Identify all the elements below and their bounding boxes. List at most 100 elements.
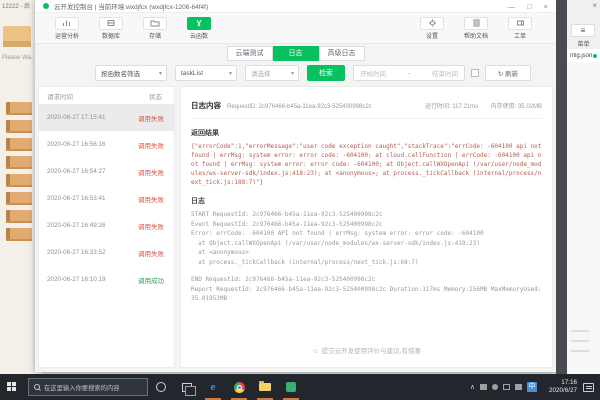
ticket-icon bbox=[508, 16, 532, 30]
nav-operations-analysis[interactable]: 运营分析 bbox=[47, 16, 87, 40]
devtools-button[interactable] bbox=[278, 374, 304, 400]
chrome-button[interactable] bbox=[226, 374, 252, 400]
action-settings[interactable]: 设置 bbox=[412, 16, 452, 40]
background-window-title: 12222 - 后 bbox=[2, 4, 31, 10]
document-icon bbox=[464, 16, 488, 30]
close-button[interactable]: × bbox=[544, 0, 548, 13]
chevron-down-icon: ▾ bbox=[228, 70, 232, 77]
editor-window: × ≡ 菜单 nfig.json bbox=[567, 0, 600, 374]
ime-indicator[interactable]: 中 bbox=[526, 382, 537, 392]
minimize-button[interactable]: — bbox=[508, 0, 516, 13]
book-icon bbox=[6, 138, 32, 151]
title-bar: 云开发控制台 | 当前环境:wxdjfcx (wxdjfcx-1206-64f4… bbox=[35, 0, 556, 13]
feedback-icon: ☺ bbox=[312, 348, 319, 355]
end-time-placeholder: 结束时间 bbox=[431, 71, 458, 78]
background-loading-text: Please Wa.. bbox=[2, 55, 35, 61]
app-logo-icon bbox=[43, 3, 49, 9]
function-name-filter-dropdown[interactable]: 按函数名筛选 ▾ bbox=[95, 65, 167, 81]
window-divider bbox=[556, 0, 567, 374]
column-status: 状态 bbox=[149, 93, 162, 101]
runtime-log-lines: START RequestId: 2c976466-b45a-11ea-92c3… bbox=[191, 211, 542, 302]
function-tabs: 云端测试 日志 高级日志 bbox=[35, 44, 556, 62]
function-icon bbox=[187, 16, 211, 30]
log-row[interactable]: 2020-06-27 16:53:41 调用失败 bbox=[39, 185, 174, 212]
cortana-button[interactable] bbox=[148, 374, 174, 400]
notification-center-icon[interactable] bbox=[583, 382, 594, 392]
unsaved-dot-icon bbox=[593, 53, 597, 58]
chevron-down-icon: ▾ bbox=[290, 70, 294, 77]
column-request-time: 请求时间 bbox=[47, 93, 73, 101]
database-icon bbox=[99, 16, 123, 30]
log-request-list: 请求时间 状态 2020-06-27 17:15:41 调用失败 2020-06… bbox=[38, 86, 175, 368]
log-section-title: 日志 bbox=[191, 198, 205, 205]
status-badge: 调用失败 bbox=[138, 250, 164, 258]
editor-content-area bbox=[567, 62, 600, 374]
clock-time: 17:16 bbox=[561, 379, 577, 386]
request-id: RequestID: 2c976466-b45a-11ea-92c3-52540… bbox=[227, 104, 372, 110]
status-badge: 调用失败 bbox=[138, 196, 164, 204]
nav-cloud-function[interactable]: 云函数 bbox=[179, 16, 219, 40]
nav-database[interactable]: 数据库 bbox=[91, 16, 131, 40]
tab-logs[interactable]: 日志 bbox=[272, 45, 319, 61]
log-row[interactable]: 2020-06-27 16:33:52 调用失败 bbox=[39, 239, 174, 266]
search-button[interactable]: 检索 bbox=[307, 65, 345, 81]
date-range-input[interactable]: 开始时间 - 结束时间 bbox=[353, 65, 465, 81]
devtools-icon bbox=[286, 382, 296, 392]
log-row[interactable]: 2020-06-27 16:54:27 调用失败 bbox=[39, 158, 174, 185]
taskbar-search-box[interactable]: 在这里输入你要搜索的内容 bbox=[28, 378, 148, 396]
edge-button[interactable]: e bbox=[200, 374, 226, 400]
action-ticket[interactable]: 工单 bbox=[500, 16, 540, 40]
log-detail-panel: 日志内容 RequestID: 2c976466-b45a-11ea-92c3-5… bbox=[180, 86, 553, 368]
tray-expand-icon[interactable]: ∧ bbox=[470, 383, 475, 391]
clock-date: 2020/6/27 bbox=[548, 387, 577, 394]
file-explorer-button[interactable] bbox=[252, 374, 278, 400]
log-row[interactable]: 2020-06-27 16:10:19 调用成功 bbox=[39, 266, 174, 293]
system-tray: ∧ 中 bbox=[470, 382, 537, 392]
close-icon[interactable]: × bbox=[592, 1, 597, 10]
log-row[interactable]: 2020-06-27 16:49:26 调用失败 bbox=[39, 212, 174, 239]
maximize-button[interactable]: □ bbox=[527, 0, 532, 13]
cortana-icon bbox=[156, 382, 166, 392]
action-help-doc[interactable]: 帮助文档 bbox=[456, 16, 496, 40]
start-time-placeholder: 开始时间 bbox=[360, 71, 386, 78]
status-badge: 调用失败 bbox=[138, 169, 164, 177]
feedback-link[interactable]: ☺ 提交云开发使用评价与建议,有惊喜 bbox=[181, 345, 552, 355]
book-icon bbox=[6, 174, 32, 187]
tray-icon[interactable] bbox=[479, 384, 487, 390]
log-detail-header: 日志内容 RequestID: 2c976466-b45a-11ea-92c3-5… bbox=[191, 95, 542, 119]
nav-storage[interactable]: 存储 bbox=[135, 16, 175, 40]
detail-title: 日志内容 bbox=[191, 101, 221, 110]
task-view-icon bbox=[182, 382, 196, 396]
tray-icon[interactable] bbox=[491, 384, 498, 390]
task-view-button[interactable] bbox=[174, 374, 200, 400]
chevron-down-icon: ▾ bbox=[158, 70, 162, 77]
memory-stat: 内存使用: 35.02MB bbox=[490, 104, 542, 110]
refresh-button[interactable]: ↻ 刷新 bbox=[485, 65, 531, 81]
file-explorer-icon bbox=[259, 381, 271, 391]
editor-file-tab[interactable]: nfig.json bbox=[567, 49, 600, 62]
status-badge: 调用失败 bbox=[138, 223, 164, 231]
calendar-checkbox[interactable] bbox=[471, 69, 479, 77]
book-icon bbox=[6, 228, 32, 241]
status-filter-dropdown[interactable]: 请选择 ▾ bbox=[245, 65, 299, 81]
hamburger-menu-icon[interactable]: ≡ bbox=[571, 24, 595, 37]
status-badge: 调用失败 bbox=[138, 142, 164, 150]
log-row[interactable]: 2020-06-27 17:15:41 调用失败 bbox=[39, 104, 174, 131]
chrome-icon bbox=[233, 381, 245, 393]
book-icon bbox=[6, 156, 32, 169]
tab-cloud-test[interactable]: 云端测试 bbox=[226, 45, 273, 61]
log-row[interactable]: 2020-06-27 16:56:16 调用失败 bbox=[39, 131, 174, 158]
search-icon bbox=[34, 384, 40, 390]
runtime-stat: 运行时间: 117.21ms bbox=[424, 104, 479, 110]
storage-folder-icon bbox=[143, 16, 167, 30]
taskbar-clock[interactable]: 17:16 2020/6/27 bbox=[549, 379, 577, 395]
windows-logo-icon bbox=[7, 382, 17, 392]
function-select-dropdown[interactable]: taskList ▾ bbox=[175, 65, 237, 81]
tab-advanced-logs[interactable]: 高级日志 bbox=[318, 45, 365, 61]
start-button[interactable] bbox=[0, 374, 24, 400]
cloud-console-window: 云开发控制台 | 当前环境:wxdjfcx (wxdjfcx-1206-64f4… bbox=[35, 0, 556, 372]
tray-icon[interactable] bbox=[502, 384, 510, 390]
status-badge: 调用成功 bbox=[138, 277, 164, 285]
tray-icon[interactable] bbox=[514, 384, 522, 390]
book-icon bbox=[6, 210, 32, 223]
